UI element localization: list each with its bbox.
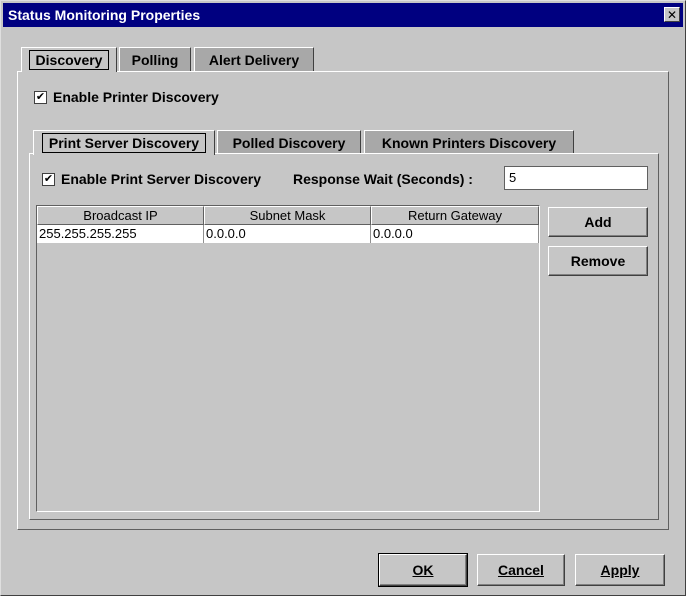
enable-printer-discovery-checkbox[interactable]: ✔ Enable Printer Discovery <box>34 89 219 105</box>
cell-return-gateway[interactable]: 0.0.0.0 <box>371 225 539 243</box>
ok-button-label: OK <box>412 562 434 578</box>
apply-button[interactable]: Apply <box>575 554 665 586</box>
close-button[interactable]: ✕ <box>664 7 680 22</box>
tab-alert-delivery[interactable]: Alert Delivery <box>194 47 314 72</box>
add-button[interactable]: Add <box>548 207 648 237</box>
enable-printer-discovery-label: Enable Printer Discovery <box>53 89 219 105</box>
enable-print-server-discovery-label: Enable Print Server Discovery <box>61 171 261 187</box>
response-wait-label: Response Wait (Seconds) : <box>293 171 473 187</box>
tab-print-server-discovery-label: Print Server Discovery <box>41 133 207 153</box>
checkbox-check-icon: ✔ <box>34 90 47 104</box>
cell-subnet-mask[interactable]: 0.0.0.0 <box>204 225 371 243</box>
cancel-button-label: Cancel <box>498 562 544 578</box>
tab-known-printers-discovery-label: Known Printers Discovery <box>381 135 557 151</box>
tab-polled-discovery[interactable]: Polled Discovery <box>217 130 361 155</box>
tab-print-server-discovery[interactable]: Print Server Discovery <box>33 130 215 155</box>
tab-known-printers-discovery[interactable]: Known Printers Discovery <box>364 130 574 155</box>
cell-broadcast-ip[interactable]: 255.255.255.255 <box>37 225 204 243</box>
window-title: Status Monitoring Properties <box>8 7 201 23</box>
table-header: Broadcast IP Subnet Mask Return Gateway <box>37 206 539 225</box>
response-wait-value: 5 <box>509 170 517 185</box>
broadcast-table[interactable]: Broadcast IP Subnet Mask Return Gateway … <box>36 205 540 512</box>
apply-button-label: Apply <box>600 562 640 578</box>
column-header-broadcast-ip[interactable]: Broadcast IP <box>37 206 204 225</box>
checkbox-check-icon: ✔ <box>42 172 55 186</box>
tab-polled-discovery-label: Polled Discovery <box>232 135 346 151</box>
column-header-subnet-mask[interactable]: Subnet Mask <box>204 206 371 225</box>
column-header-return-gateway[interactable]: Return Gateway <box>371 206 539 225</box>
tab-alert-delivery-label: Alert Delivery <box>208 52 300 68</box>
cancel-button[interactable]: Cancel <box>477 554 565 586</box>
close-icon: ✕ <box>666 7 678 22</box>
tab-polling-label: Polling <box>131 52 179 68</box>
ok-button[interactable]: OK <box>378 553 468 587</box>
properties-dialog: Status Monitoring Properties ✕ Discovery… <box>0 0 686 596</box>
remove-button[interactable]: Remove <box>548 246 648 276</box>
tab-polling[interactable]: Polling <box>119 47 191 72</box>
response-wait-text: Response Wait (Seconds) : <box>293 171 473 187</box>
tab-discovery-label: Discovery <box>28 50 110 70</box>
tab-discovery[interactable]: Discovery <box>21 47 117 72</box>
table-row[interactable]: 255.255.255.255 0.0.0.0 0.0.0.0 <box>37 225 539 243</box>
title-bar: Status Monitoring Properties ✕ <box>3 3 683 27</box>
enable-print-server-discovery-checkbox[interactable]: ✔ Enable Print Server Discovery <box>42 171 261 187</box>
response-wait-input[interactable]: 5 <box>504 166 648 190</box>
